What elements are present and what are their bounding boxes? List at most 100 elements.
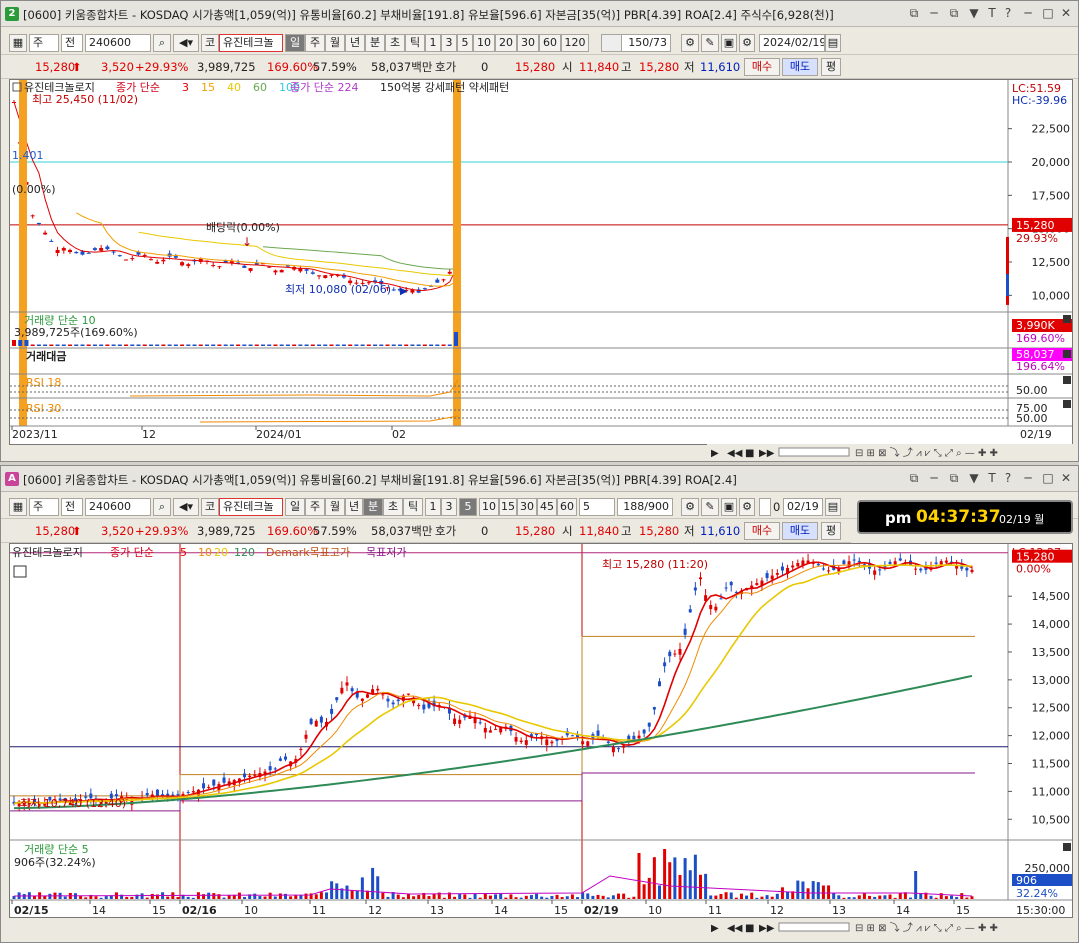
interval-120[interactable]: 120: [561, 34, 589, 52]
grid-icon[interactable]: ▦: [9, 498, 27, 516]
code-input[interactable]: 240600: [85, 498, 151, 516]
period-week[interactable]: 주: [305, 498, 325, 516]
sell-button[interactable]: 매도: [782, 522, 818, 540]
buy-button[interactable]: 매수: [744, 522, 780, 540]
date-input[interactable]: 02/19: [783, 498, 823, 516]
bottom-scrollbar[interactable]: ▶ ◀◀ ■ ▶▶ ⊟ ⊞ ⊠ ⤵ ⤴ ⩘ ⩗ ⤡ ⤢ ⌕ — ✚ ✚: [707, 919, 1077, 935]
minute-select[interactable]: 5: [579, 498, 615, 516]
period-tick[interactable]: 틱: [403, 498, 423, 516]
top-daily-chart[interactable]: 22,50020,00017,50015,00012,50010,000유진테크…: [9, 79, 1073, 445]
top-scroll-controls[interactable]: ▶ ◀◀ ■ ▶▶ ⊟ ⊞ ⊠ ⤵ ⤴ ⩘ ⩗ ⤡ ⤢ ⌕ — ✚ ✚: [707, 444, 1077, 460]
interval-10[interactable]: 10: [473, 34, 495, 52]
count-input[interactable]: 150/73: [621, 34, 671, 52]
text-icon[interactable]: T: [985, 471, 999, 485]
period-second[interactable]: 초: [383, 498, 403, 516]
speaker-icon[interactable]: ◀▾: [173, 34, 199, 52]
restore-icon[interactable]: ⧉: [907, 6, 921, 21]
interval-15[interactable]: 15: [499, 498, 517, 516]
grid-icon[interactable]: ▦: [9, 34, 27, 52]
interval-10[interactable]: 10: [479, 498, 499, 516]
settings-icon[interactable]: ⚙: [739, 498, 755, 516]
interval-30[interactable]: 30: [517, 498, 537, 516]
volume-bar: [955, 897, 959, 899]
close-icon[interactable]: ✕: [1059, 471, 1073, 485]
count-input[interactable]: 188/900: [617, 498, 673, 516]
pin-icon[interactable]: ▼: [967, 6, 981, 20]
period-month[interactable]: 월: [325, 498, 345, 516]
top-titlebar[interactable]: 2 [0600] 키움종합차트 - KOSDAQ 시가총액[1,059(억)] …: [1, 1, 1078, 27]
interval-45[interactable]: 45: [537, 498, 557, 516]
buy-button[interactable]: 매수: [744, 58, 780, 76]
search-icon[interactable]: ⌕: [153, 498, 171, 516]
interval-3[interactable]: 3: [441, 498, 457, 516]
interval-3[interactable]: 3: [441, 34, 457, 52]
range-select[interactable]: 전: [61, 34, 83, 52]
volume-bar: [422, 344, 427, 346]
calendar-icon[interactable]: ▤: [825, 34, 841, 52]
interval-20[interactable]: 20: [495, 34, 517, 52]
interval-1[interactable]: 1: [425, 34, 441, 52]
minimize-icon[interactable]: ─: [927, 471, 941, 485]
max-icon[interactable]: □: [1041, 471, 1055, 485]
stock-name[interactable]: 유진테크놀: [219, 498, 283, 516]
period-minute[interactable]: 분: [365, 34, 385, 52]
period-day[interactable]: 일: [285, 34, 305, 52]
volume-bar: [186, 344, 191, 346]
min-icon[interactable]: ─: [1021, 471, 1035, 485]
bottom-minute-chart[interactable]: 14,500 14,000 13,500 13,000 12,500 12,000 11,5…: [9, 543, 1073, 918]
tools-icon[interactable]: ⚙: [681, 498, 699, 516]
period-tick[interactable]: 틱: [405, 34, 425, 52]
max-icon[interactable]: □: [1041, 6, 1055, 20]
text-icon[interactable]: T: [985, 6, 999, 20]
interval-60[interactable]: 60: [539, 34, 561, 52]
period-month[interactable]: 월: [325, 34, 345, 52]
tools-icon[interactable]: ⚙: [681, 34, 699, 52]
checkbox-icon[interactable]: [759, 498, 771, 516]
period-day[interactable]: 일: [285, 498, 305, 516]
avg-button[interactable]: 평: [821, 522, 841, 540]
save-icon[interactable]: ▣: [721, 34, 737, 52]
interval-30[interactable]: 30: [517, 34, 539, 52]
restore-icon[interactable]: ⧉: [907, 471, 921, 486]
draw-icon[interactable]: ✎: [701, 498, 719, 516]
period-second[interactable]: 초: [385, 34, 405, 52]
bottom-scroll-controls[interactable]: ▶ ◀◀ ■ ▶▶ ⊟ ⊞ ⊠ ⤵ ⤴ ⩘ ⩗ ⤡ ⤢ ⌕ — ✚ ✚: [707, 919, 1077, 935]
tile-icon[interactable]: ⧉: [947, 471, 961, 486]
top-scrollbar[interactable]: ▶ ◀◀ ■ ▶▶ ⊟ ⊞ ⊠ ⤵ ⤴ ⩘ ⩗ ⤡ ⤢ ⌕ — ✚ ✚: [707, 444, 1077, 460]
min-icon[interactable]: ─: [1021, 6, 1035, 20]
help-icon[interactable]: ?: [1001, 6, 1015, 20]
save-icon[interactable]: ▣: [721, 498, 737, 516]
candle-body: [99, 248, 104, 251]
tile-icon[interactable]: ⧉: [947, 6, 961, 21]
stock-name[interactable]: 유진테크놀: [219, 34, 283, 52]
range-select[interactable]: 전: [61, 498, 83, 516]
interval-1[interactable]: 1: [425, 498, 441, 516]
settings-icon[interactable]: ⚙: [739, 34, 755, 52]
draw-icon[interactable]: ✎: [701, 34, 719, 52]
bottom-titlebar[interactable]: A [0600] 키움종합차트 - KOSDAQ 시가총액[1,059(억)] …: [1, 466, 1078, 492]
speaker-icon[interactable]: ◀▾: [173, 498, 199, 516]
interval-60[interactable]: 60: [557, 498, 577, 516]
sell-button[interactable]: 매도: [782, 58, 818, 76]
code-input[interactable]: 240600: [85, 34, 151, 52]
mode-select[interactable]: 주: [29, 498, 59, 516]
candle-body: [68, 249, 73, 253]
interval-5[interactable]: 5: [459, 498, 477, 516]
minimize-icon[interactable]: ─: [927, 6, 941, 20]
close-icon[interactable]: ✕: [1059, 6, 1073, 20]
interval-5[interactable]: 5: [457, 34, 473, 52]
period-minute[interactable]: 분: [363, 498, 383, 516]
date-input[interactable]: 2024/02/19: [759, 34, 825, 52]
pin-icon[interactable]: ▼: [967, 471, 981, 485]
calendar-icon[interactable]: ▤: [825, 498, 841, 516]
search-icon[interactable]: ⌕: [153, 34, 171, 52]
help-icon[interactable]: ?: [1001, 471, 1015, 485]
mode-select[interactable]: 주: [29, 34, 59, 52]
period-year[interactable]: 년: [345, 34, 365, 52]
avg-button[interactable]: 평: [821, 58, 841, 76]
candle-body: [304, 734, 308, 739]
period-year[interactable]: 년: [345, 498, 363, 516]
period-week[interactable]: 주: [305, 34, 325, 52]
rsi30-label: RSI 30: [26, 402, 61, 415]
volume-bar: [873, 896, 877, 899]
